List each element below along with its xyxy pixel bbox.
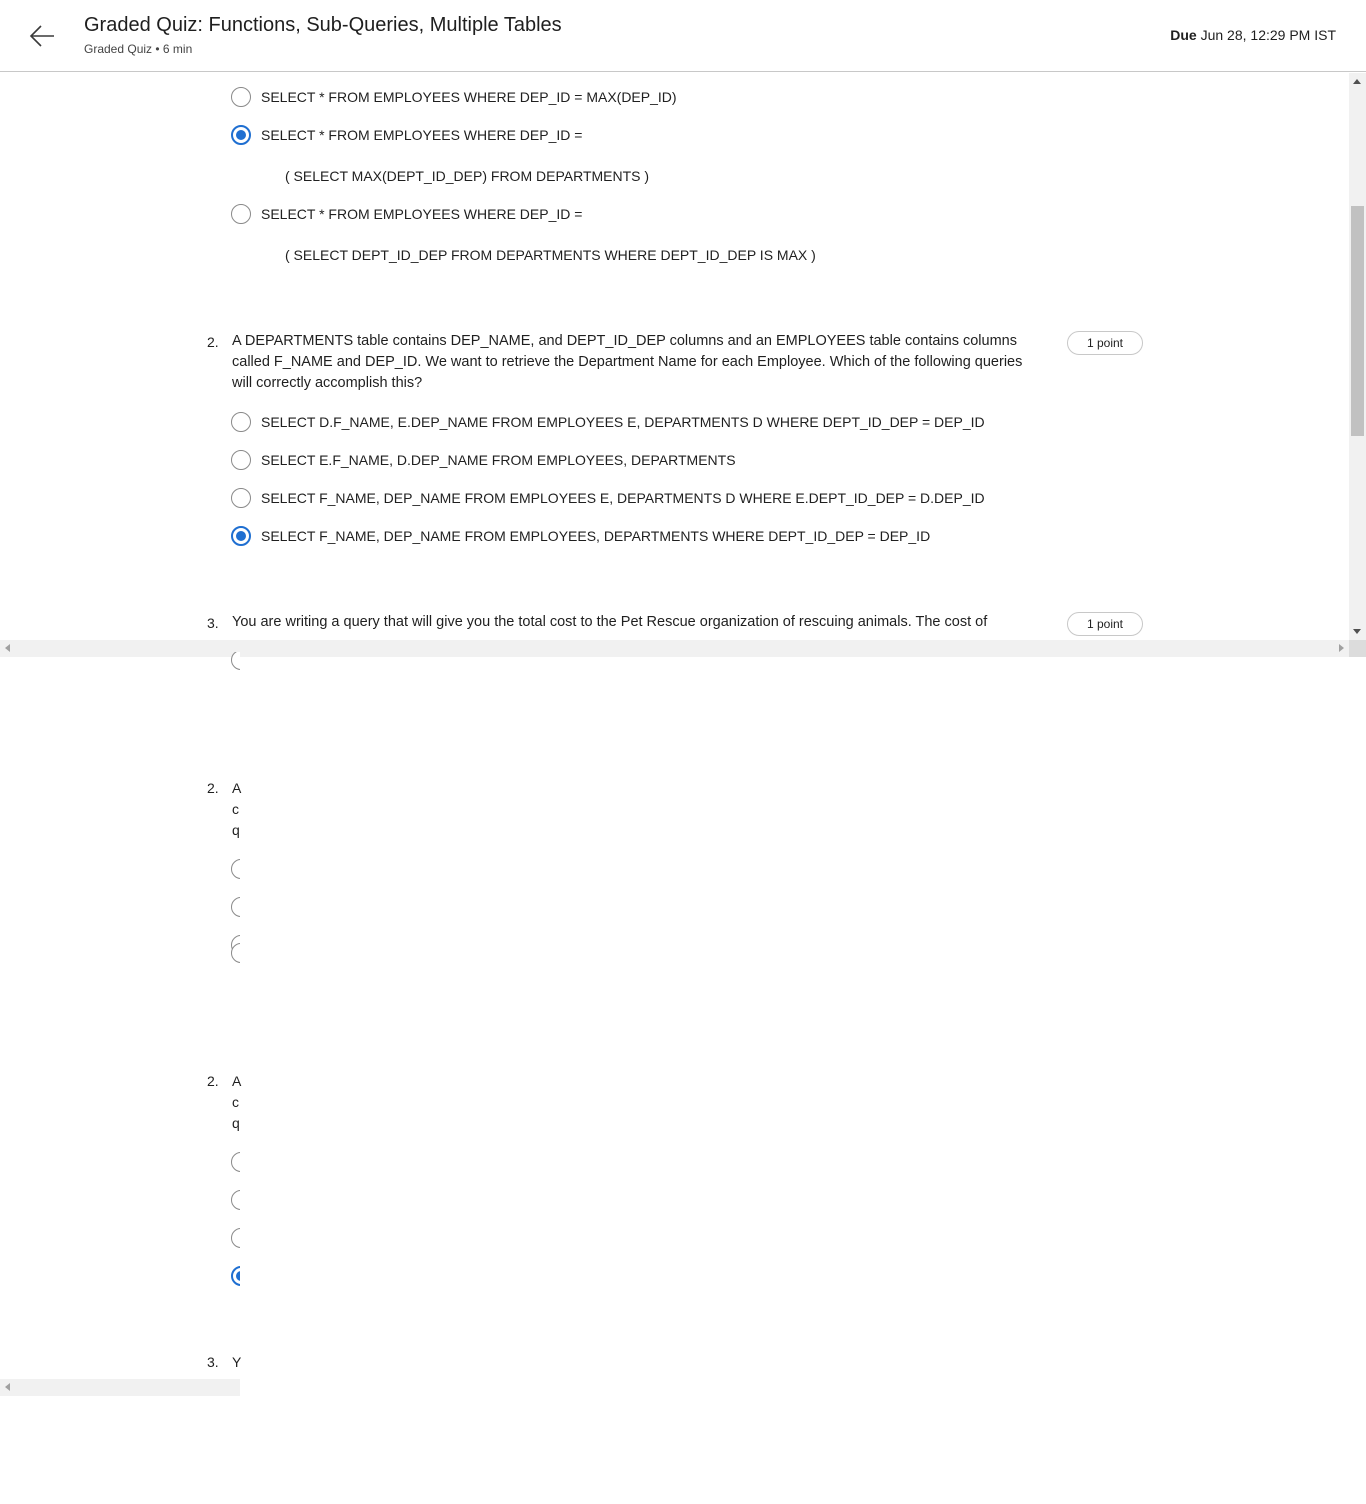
q1-option-3[interactable]: SELECT * FROM EMPLOYEES WHERE DEP_ID = — [231, 204, 582, 224]
q2-option-3[interactable]: SELECT F_NAME, DEP_NAME FROM EMPLOYEES E… — [231, 488, 985, 508]
q1-option-2[interactable]: SELECT * FROM EMPLOYEES WHERE DEP_ID = — [231, 125, 582, 145]
radio-button[interactable] — [231, 204, 251, 224]
ghost-text: c — [232, 801, 239, 817]
radio-button[interactable] — [231, 450, 251, 470]
ghost-radio — [231, 652, 240, 670]
option-label: SELECT E.F_NAME, D.DEP_NAME FROM EMPLOYE… — [261, 452, 736, 468]
scrollbar-thumb[interactable] — [1351, 206, 1364, 436]
q2-option-4[interactable]: SELECT F_NAME, DEP_NAME FROM EMPLOYEES, … — [231, 526, 930, 546]
ghost-question-number: 2. — [207, 1073, 219, 1089]
page-title: Graded Quiz: Functions, Sub-Queries, Mul… — [84, 14, 562, 36]
radio-button — [231, 652, 240, 670]
ghost-radio — [231, 897, 240, 917]
points-badge: 1 point — [1067, 331, 1143, 355]
ghost-radio — [231, 1152, 240, 1172]
ghost-text: q — [232, 1115, 240, 1131]
ghost-radio — [231, 1228, 240, 1248]
quiz-content[interactable]: SELECT * FROM EMPLOYEES WHERE DEP_ID = M… — [0, 73, 1366, 657]
quiz-header: Graded Quiz: Functions, Sub-Queries, Mul… — [0, 0, 1366, 72]
ghost-text: q — [232, 822, 240, 838]
option-label: SELECT * FROM EMPLOYEES WHERE DEP_ID = — [261, 206, 583, 222]
radio-button — [231, 1152, 240, 1172]
ghost-radio — [231, 943, 240, 963]
quiz-meta: Graded Quiz • 6 min — [84, 42, 193, 56]
scroll-left-icon[interactable] — [5, 644, 10, 652]
ghost-text: Y — [232, 1354, 242, 1370]
points-badge: 1 point — [1067, 612, 1143, 636]
question-number: 3. — [207, 615, 219, 631]
radio-button — [231, 1228, 240, 1248]
due-label: Due — [1170, 27, 1197, 43]
question-number: 2. — [207, 334, 219, 350]
radio-button-selected[interactable] — [231, 526, 251, 546]
scroll-right-icon[interactable] — [1339, 644, 1344, 652]
q1-option-1[interactable]: SELECT * FROM EMPLOYEES WHERE DEP_ID = M… — [231, 87, 677, 107]
radio-button — [231, 943, 240, 963]
option-label: SELECT * FROM EMPLOYEES WHERE DEP_ID = — [261, 127, 583, 143]
radio-button — [231, 897, 240, 917]
option-label: SELECT F_NAME, DEP_NAME FROM EMPLOYEES, … — [261, 528, 931, 544]
ghost-text: A — [232, 1073, 242, 1089]
scroll-up-icon[interactable] — [1353, 79, 1361, 84]
scroll-down-icon[interactable] — [1353, 629, 1361, 634]
ghost-scrollbar — [0, 1379, 240, 1396]
option-label: SELECT D.F_NAME, E.DEP_NAME FROM EMPLOYE… — [261, 414, 985, 430]
ghost-radio — [231, 1190, 240, 1210]
q2-option-1[interactable]: SELECT D.F_NAME, E.DEP_NAME FROM EMPLOYE… — [231, 412, 985, 432]
vertical-scrollbar[interactable] — [1349, 73, 1366, 640]
option-label: SELECT * FROM EMPLOYEES WHERE DEP_ID = M… — [261, 89, 677, 105]
option-label: SELECT F_NAME, DEP_NAME FROM EMPLOYEES E… — [261, 490, 985, 506]
ghost-radio-selected — [231, 1266, 240, 1286]
horizontal-scrollbar[interactable] — [0, 640, 1349, 657]
back-arrow-icon[interactable] — [28, 22, 56, 50]
radio-button[interactable] — [231, 488, 251, 508]
option-continuation: ( SELECT DEPT_ID_DEP FROM DEPARTMENTS WH… — [285, 247, 816, 263]
radio-button — [231, 859, 240, 879]
scrollbar-corner — [1349, 640, 1366, 657]
ghost-question-number: 3. — [207, 1354, 219, 1370]
option-continuation: ( SELECT MAX(DEPT_ID_DEP) FROM DEPARTMEN… — [285, 168, 650, 184]
radio-button[interactable] — [231, 412, 251, 432]
radio-button[interactable] — [231, 87, 251, 107]
ghost-text: c — [232, 1094, 239, 1110]
q2-option-2[interactable]: SELECT E.F_NAME, D.DEP_NAME FROM EMPLOYE… — [231, 450, 736, 470]
question-text: A DEPARTMENTS table contains DEP_NAME, a… — [232, 333, 1023, 391]
scroll-left-icon — [5, 1383, 10, 1391]
question-text: You are writing a query that will give y… — [232, 614, 988, 630]
radio-button-selected — [231, 1266, 240, 1286]
ghost-text: A — [232, 780, 242, 796]
due-value: Jun 28, 12:29 PM IST — [1200, 27, 1336, 43]
ghost-question-number: 2. — [207, 780, 219, 796]
ghost-radio — [231, 859, 240, 879]
radio-button-selected[interactable] — [231, 125, 251, 145]
due-date: Due Jun 28, 12:29 PM IST — [1170, 27, 1336, 43]
radio-button — [231, 1190, 240, 1210]
